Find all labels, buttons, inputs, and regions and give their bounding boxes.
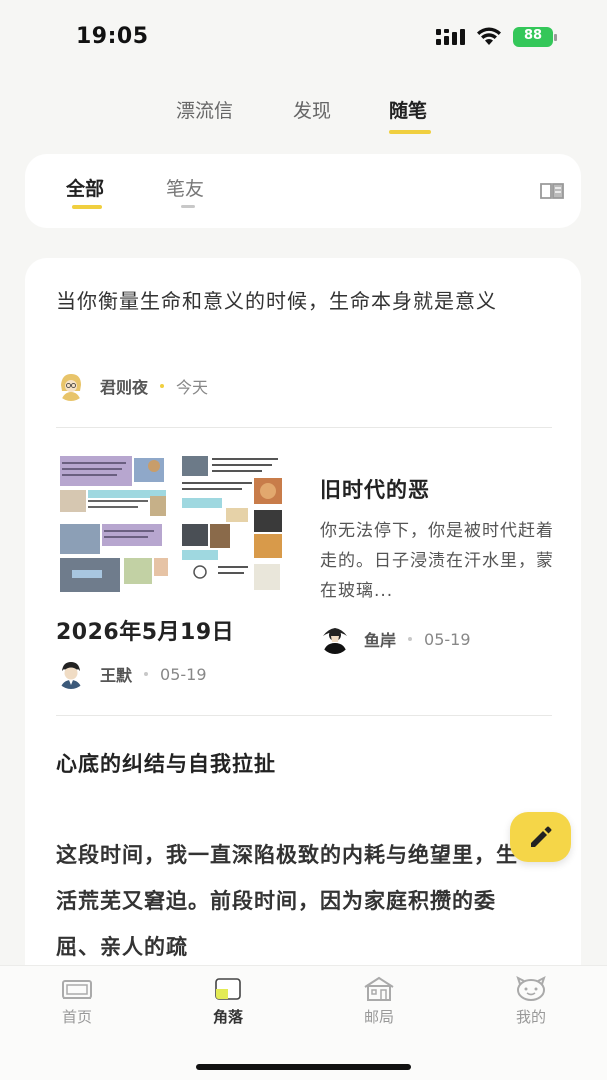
tab-discover[interactable]: 发现 [293,96,331,123]
nav-profile[interactable]: 我的 [491,976,571,1027]
nav-corner[interactable]: 角落 [188,976,268,1027]
nav-home[interactable]: 首页 [37,976,117,1027]
post-quote-meta: 君则夜 今天 [56,371,208,401]
corner-icon [215,978,241,1000]
battery-level: 88 [523,28,543,43]
active-subtab-indicator [72,205,102,209]
sub-tab-bar: 全部 笔友 [25,154,581,228]
profile-face-icon [516,976,546,1001]
post-article-meta: 鱼岸 05-19 [320,624,471,654]
post-long-body[interactable]: 这段时间，我一直深陷极致的内耗与绝望里，生活荒芜又窘迫。前段时间，因为家庭积攒的… [56,832,526,970]
post-long-title[interactable]: 心底的纠结与自我拉扯 [56,748,276,778]
subtab-all[interactable]: 全部 [66,174,104,201]
open-book-icon[interactable] [540,182,564,200]
user-avatar-icon [56,371,86,401]
avatar[interactable] [56,371,86,401]
post-article-excerpt[interactable]: 你无法停下，你是被时代赶着走的。日子浸渍在汗水里，蒙在玻璃... [320,516,560,604]
nav-home-label: 首页 [61,1008,92,1026]
tab-essays[interactable]: 随笔 [389,96,427,123]
divider [56,715,552,716]
separator-dot [160,384,165,388]
nav-post-office[interactable]: 邮局 [339,976,419,1027]
user-avatar-icon [56,659,86,689]
post-date: 05-19 [424,629,471,649]
battery-indicator: 88 [513,27,557,47]
avatar[interactable] [320,624,350,654]
post-photo-title[interactable]: 2026年5月19日 [56,614,234,646]
nav-corner-label: 角落 [212,1008,243,1026]
post-quote-text[interactable]: 当你衡量生命和意义的时候，生命本身就是意义 [56,284,556,318]
post-date: 05-19 [160,664,207,684]
post-date: 今天 [176,378,209,397]
top-tab-bar: 漂流信 发现 随笔 [0,96,607,140]
post-author[interactable]: 君则夜 [100,374,148,398]
separator-dot [144,672,149,676]
essay-feed: 当你衡量生命和意义的时候，生命本身就是意义 君则夜 今天 2026年5月19日 … [25,258,581,1018]
divider [56,427,552,428]
post-office-icon [364,976,394,1001]
status-time: 19:05 [76,24,149,49]
active-tab-indicator [389,130,431,134]
inactive-subtab-indicator [181,205,195,208]
journal-collage-image[interactable] [58,454,284,596]
tab-drift-letter[interactable]: 漂流信 [176,96,233,123]
wifi-icon [477,27,501,45]
post-photo-meta: 王默 05-19 [56,659,207,689]
subtab-penpals[interactable]: 笔友 [166,174,204,201]
battery-cap [554,34,557,41]
cellular-signal-icon [436,29,465,45]
separator-dot [408,637,413,641]
pencil-icon [531,826,552,847]
bottom-nav: 首页 角落 邮局 我的 [0,965,607,1080]
post-author[interactable]: 王默 [100,662,132,686]
nav-profile-label: 我的 [515,1008,546,1026]
user-avatar-icon [320,624,350,654]
avatar[interactable] [56,659,86,689]
status-bar: 19:05 88 [0,0,607,72]
post-article-title[interactable]: 旧时代的恶 [320,474,430,504]
home-letter-icon [62,980,92,999]
post-author[interactable]: 鱼岸 [364,627,396,651]
write-post-button[interactable] [510,812,571,862]
home-indicator[interactable] [196,1064,411,1070]
nav-post-office-label: 邮局 [363,1008,394,1026]
